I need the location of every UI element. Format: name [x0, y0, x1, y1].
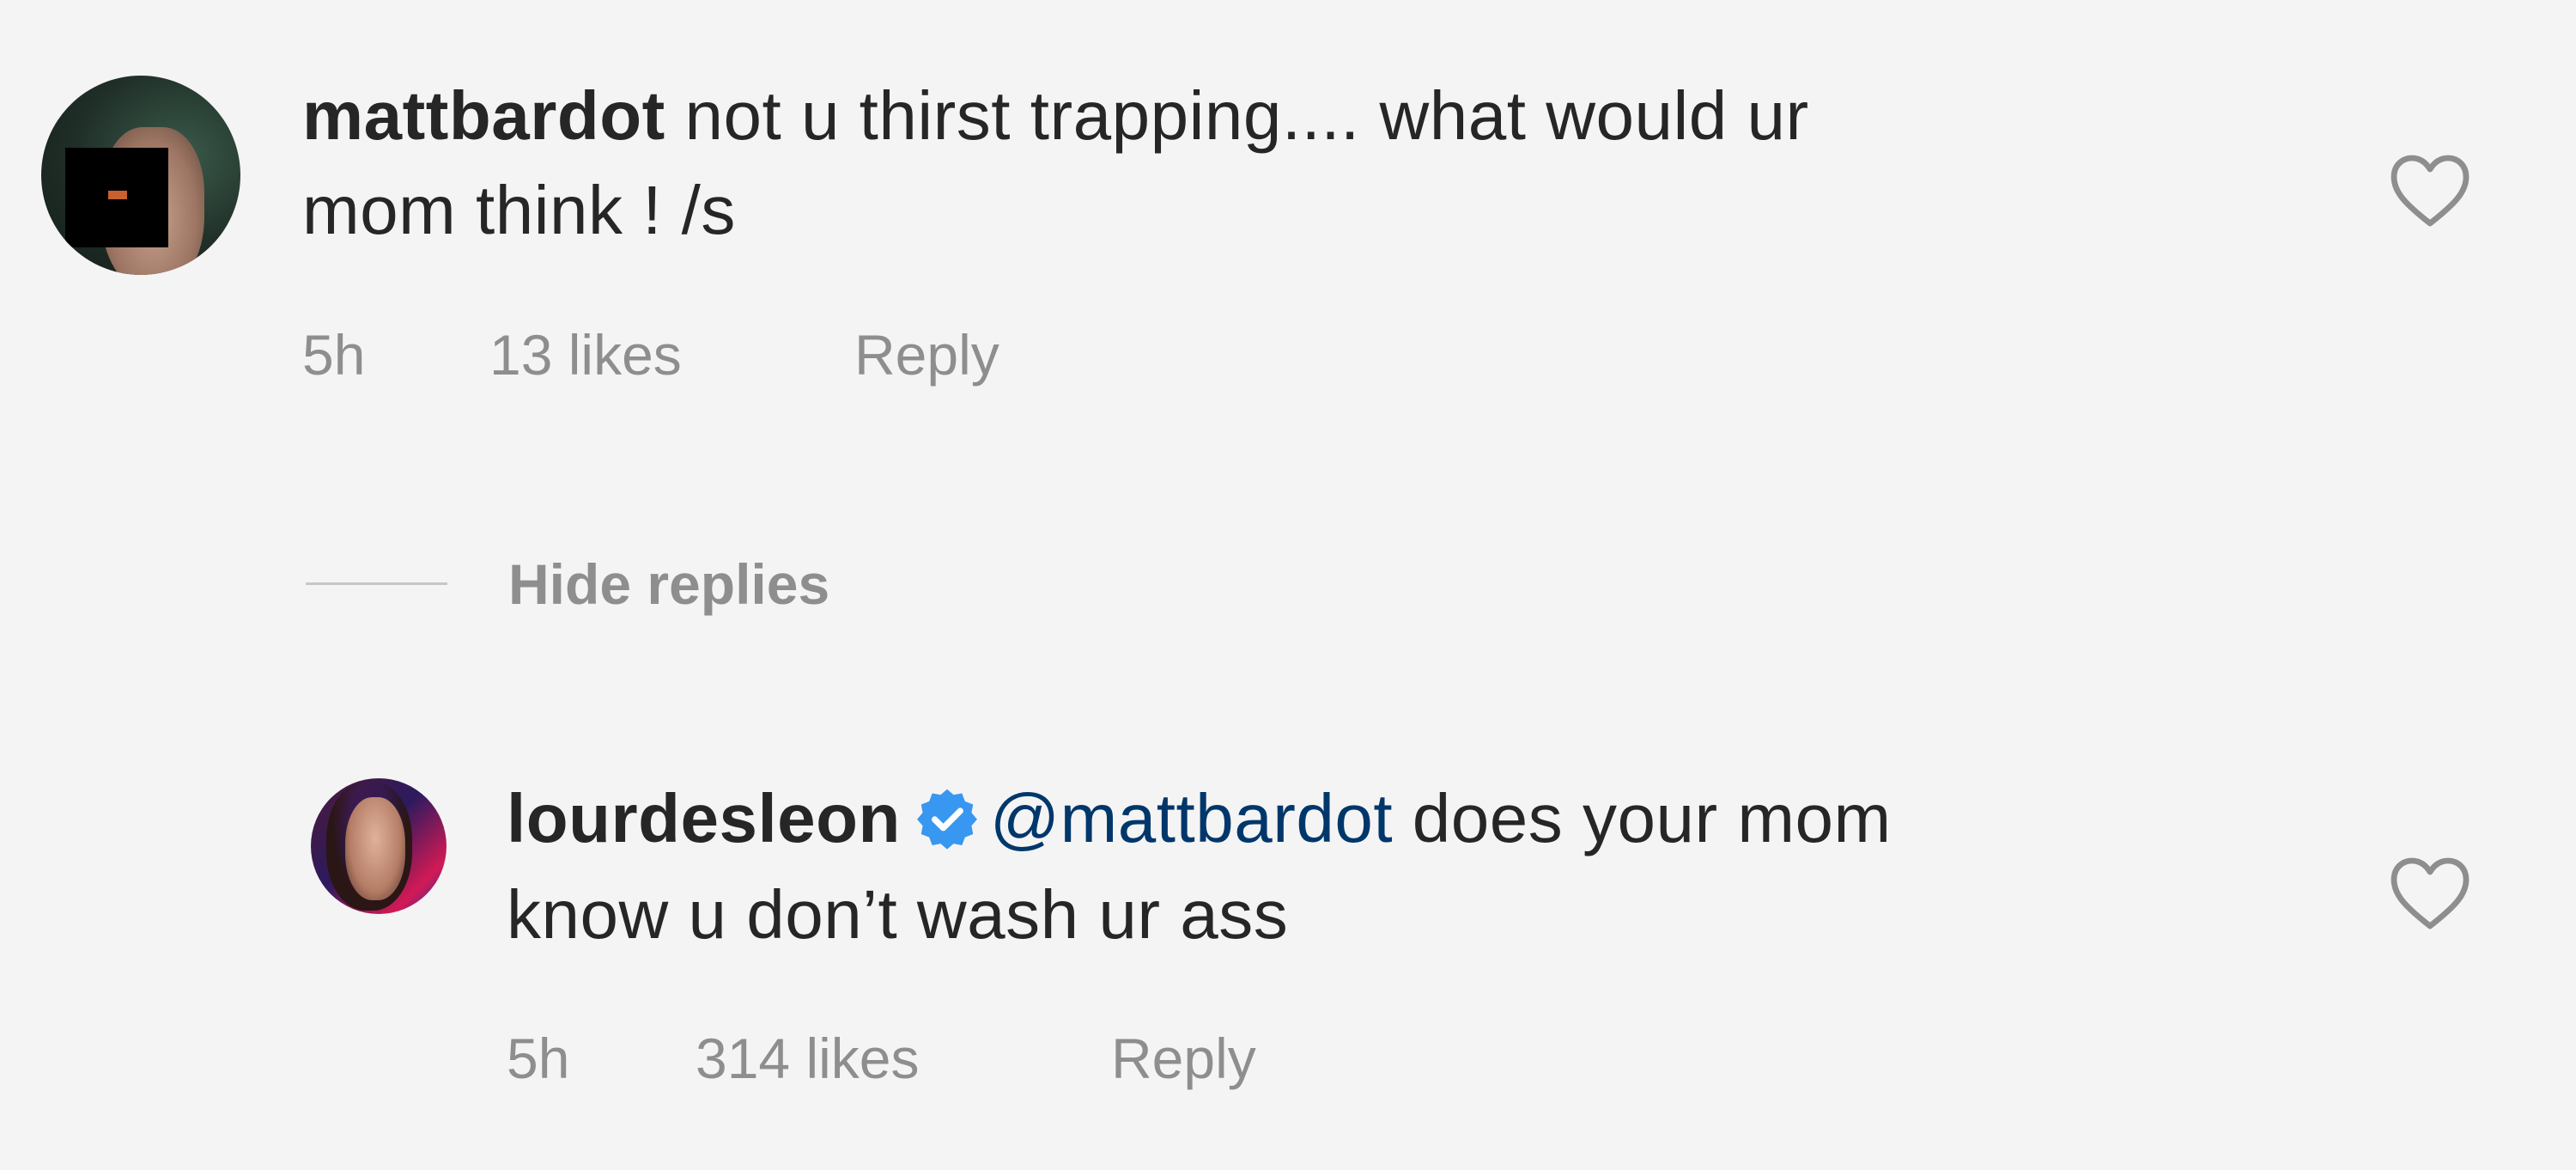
- hide-replies-button[interactable]: Hide replies: [508, 550, 829, 619]
- comment-username[interactable]: mattbardot: [302, 77, 665, 154]
- comment-likes-count[interactable]: 13 likes: [489, 320, 682, 389]
- reply-text-line2: know u don’t wash ur ass: [507, 876, 1289, 953]
- verified-badge-icon: [916, 789, 977, 850]
- reply-button[interactable]: Reply: [854, 320, 999, 389]
- reply-button[interactable]: Reply: [1111, 1024, 1256, 1093]
- reply-avatar[interactable]: [311, 778, 447, 914]
- comment-text-line2: mom think ! /s: [302, 172, 736, 248]
- commenter-avatar[interactable]: [41, 76, 240, 275]
- comment-body: mattbardot not u thirst trapping.... wha…: [302, 69, 1809, 163]
- reply-likes-count[interactable]: 314 likes: [696, 1024, 920, 1093]
- heart-icon[interactable]: [2389, 856, 2471, 931]
- comment-text-line1: not u thirst trapping.... what would ur: [684, 77, 1809, 154]
- reply-text-line1: does your mom: [1412, 780, 1892, 856]
- heart-icon[interactable]: [2389, 153, 2471, 229]
- reply-username[interactable]: lourdesleon: [507, 780, 901, 856]
- reply-mention-link[interactable]: @mattbardot: [990, 780, 1393, 856]
- avatar-photo: [345, 797, 405, 900]
- replies-divider: [306, 582, 447, 585]
- comment-timestamp[interactable]: 5h: [302, 320, 365, 389]
- reply-timestamp[interactable]: 5h: [507, 1024, 569, 1093]
- reply-body: lourdesleon @mattbardot does your mom: [507, 771, 1892, 866]
- censor-mark: [108, 191, 127, 199]
